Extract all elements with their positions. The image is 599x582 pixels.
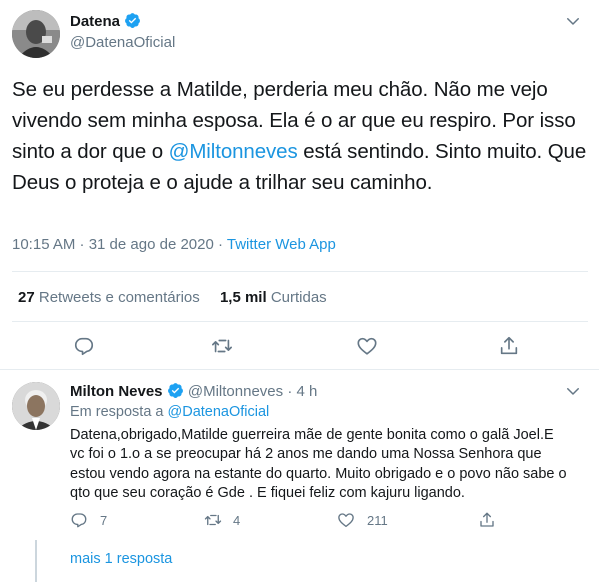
datena-avatar[interactable]	[12, 10, 60, 58]
divider	[12, 321, 588, 322]
verified-badge-icon	[124, 12, 141, 29]
likes-label: Curtidas	[270, 289, 327, 306]
reply-action-share[interactable]	[478, 511, 496, 529]
retweets-count: 27	[18, 289, 35, 306]
retweet-icon	[203, 511, 223, 529]
reply-count: 7	[100, 512, 108, 528]
verified-badge-icon	[167, 382, 184, 399]
author-name[interactable]: Datena	[70, 12, 141, 30]
replying-to-handle[interactable]: @DatenaOficial	[168, 404, 270, 420]
reply-author-handle[interactable]: @Miltonneves	[188, 383, 283, 400]
reply-text: Datena,obrigado,Matilde guerreira mãe de…	[70, 427, 567, 501]
reply-author-name[interactable]: Milton Neves	[70, 383, 163, 400]
retweets-stat[interactable]: 27 Retweets e comentários	[18, 289, 204, 306]
milton-avatar[interactable]	[12, 382, 60, 430]
author-handle[interactable]: @DatenaOficial	[70, 34, 175, 51]
reply-action-like[interactable]: 211	[337, 511, 388, 529]
like-count: 211	[367, 512, 388, 528]
divider	[0, 369, 599, 370]
reply-time[interactable]: · 4 h	[287, 383, 317, 400]
replying-to-label: Em resposta a	[70, 404, 168, 420]
reply-action-retweet[interactable]: 4	[203, 511, 240, 529]
share-icon	[478, 511, 496, 529]
chevron-down-icon[interactable]	[562, 380, 584, 402]
divider	[12, 271, 588, 272]
mention-link[interactable]: @Miltonneves	[169, 140, 298, 163]
reply-header: Milton Neves @Miltonneves · 4 h	[70, 382, 317, 400]
more-replies-link[interactable]: mais 1 resposta	[70, 551, 172, 567]
tweet-meta: 10:15 AM · 31 de ago de 2020 · Twitter W…	[12, 236, 336, 253]
likes-stat[interactable]: 1,5 mil Curtidas	[220, 289, 327, 306]
meta-separator: ·	[213, 236, 227, 253]
retweets-label: Retweets e comentários	[38, 289, 200, 306]
tweet-stats: 27 Retweets e comentários 1,5 mil Curtid…	[18, 289, 327, 306]
retweet-count: 4	[233, 512, 241, 528]
likes-count: 1,5 mil	[219, 289, 267, 306]
tweet-source[interactable]: Twitter Web App	[227, 236, 336, 253]
chevron-down-icon[interactable]	[562, 10, 584, 32]
retweet-icon[interactable]	[208, 333, 236, 359]
like-icon[interactable]	[354, 333, 380, 359]
replying-to: Em resposta a @DatenaOficial	[70, 404, 269, 420]
tweet-text: Se eu perdesse a Matilde, perderia meu c…	[12, 74, 594, 198]
thread-connector	[35, 540, 37, 582]
reply-icon	[70, 511, 88, 529]
author-name-text[interactable]: Datena	[70, 13, 120, 30]
reply-icon[interactable]	[71, 333, 97, 359]
share-icon[interactable]	[496, 333, 522, 359]
reply-action-reply[interactable]: 7	[70, 511, 107, 529]
tweet-timestamp[interactable]: 10:15 AM · 31 de ago de 2020	[12, 236, 214, 253]
like-icon	[337, 511, 355, 529]
